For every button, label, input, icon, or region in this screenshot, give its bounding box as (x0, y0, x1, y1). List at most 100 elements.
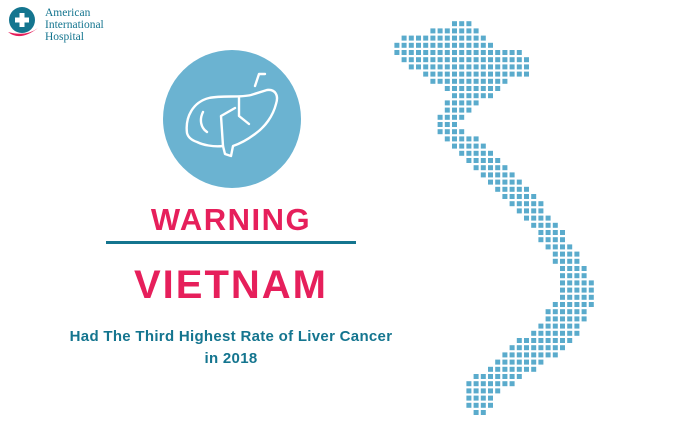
map-dot (430, 50, 436, 55)
map-dot (560, 280, 565, 286)
map-dot (452, 57, 457, 63)
map-dot (480, 143, 486, 149)
map-dot (560, 316, 565, 322)
map-dot (488, 402, 493, 408)
map-dot (502, 179, 508, 185)
map-dot (488, 172, 493, 178)
map-dot (437, 122, 443, 127)
map-dot (552, 258, 558, 264)
map-dot (545, 338, 551, 343)
map-dot (488, 42, 493, 48)
map-dot (466, 42, 472, 48)
map-dot (552, 330, 558, 336)
map-dot (574, 330, 580, 336)
map-dot (466, 388, 472, 394)
map-dot (466, 35, 472, 41)
map-dot (531, 215, 537, 221)
map-dot (495, 381, 501, 387)
map-dot (552, 237, 558, 243)
map-dot (459, 107, 465, 113)
map-dot (437, 129, 443, 135)
map-dot (408, 35, 414, 41)
map-dot (408, 50, 414, 55)
map-dot (545, 345, 551, 351)
map-dot (552, 345, 558, 351)
map-dot (466, 395, 472, 401)
map-dot (466, 93, 472, 99)
map-dot (516, 366, 522, 372)
map-dot (466, 150, 472, 156)
map-dot (473, 402, 479, 408)
vietnam-dot-map (394, 21, 594, 415)
map-dot (495, 359, 501, 365)
map-dot (473, 136, 479, 142)
map-dot (588, 302, 594, 307)
map-dot (545, 215, 551, 221)
map-dot (473, 374, 479, 379)
map-dot (524, 359, 529, 365)
map-dot (524, 57, 529, 63)
map-dot (574, 273, 580, 279)
map-dot (581, 280, 587, 286)
map-dot (495, 78, 501, 84)
map-dot (545, 352, 551, 358)
map-dot (452, 71, 457, 77)
map-dot (473, 42, 479, 48)
map-dot (430, 78, 436, 84)
map-dot (552, 230, 558, 235)
map-dot (459, 136, 465, 142)
map-dot (502, 374, 508, 379)
map-dot (488, 165, 493, 171)
map-dot (480, 150, 486, 156)
map-dot (452, 107, 457, 113)
map-dot (480, 374, 486, 379)
map-dot (502, 57, 508, 63)
map-dot (495, 388, 501, 394)
map-dot (516, 201, 522, 207)
map-dot (416, 35, 421, 41)
map-dot (516, 374, 522, 379)
map-dot (488, 64, 493, 70)
map-dot (552, 338, 558, 343)
map-dot (538, 222, 544, 228)
map-dot (531, 366, 537, 372)
map-dot (444, 129, 450, 135)
map-dot (567, 302, 573, 307)
map-dot (480, 381, 486, 387)
map-dot (452, 100, 457, 106)
map-dot (509, 57, 515, 63)
map-dot (473, 28, 479, 34)
map-dot (545, 323, 551, 329)
map-dot (452, 21, 457, 27)
map-dot (538, 237, 544, 243)
map-dot (516, 359, 522, 365)
map-dot (574, 316, 580, 322)
map-dot (473, 381, 479, 387)
map-dot (452, 136, 457, 142)
map-dot (531, 201, 537, 207)
map-dot (452, 50, 457, 55)
map-dot (459, 28, 465, 34)
map-dot (480, 93, 486, 99)
map-dot (502, 78, 508, 84)
map-dot (480, 71, 486, 77)
map-dot (473, 150, 479, 156)
map-dot (574, 251, 580, 257)
map-dot (524, 338, 529, 343)
map-dot (502, 352, 508, 358)
map-dot (488, 179, 493, 185)
map-dot (473, 86, 479, 91)
map-dot (567, 287, 573, 293)
map-dot (466, 78, 472, 84)
map-dot (473, 35, 479, 41)
map-dot (459, 86, 465, 91)
map-dot (552, 316, 558, 322)
map-dot (581, 294, 587, 300)
map-dot (473, 395, 479, 401)
map-dot (495, 71, 501, 77)
map-dot (473, 57, 479, 63)
map-dot (401, 35, 407, 41)
map-dot (509, 194, 515, 199)
map-dot (394, 42, 400, 48)
map-dot (531, 338, 537, 343)
